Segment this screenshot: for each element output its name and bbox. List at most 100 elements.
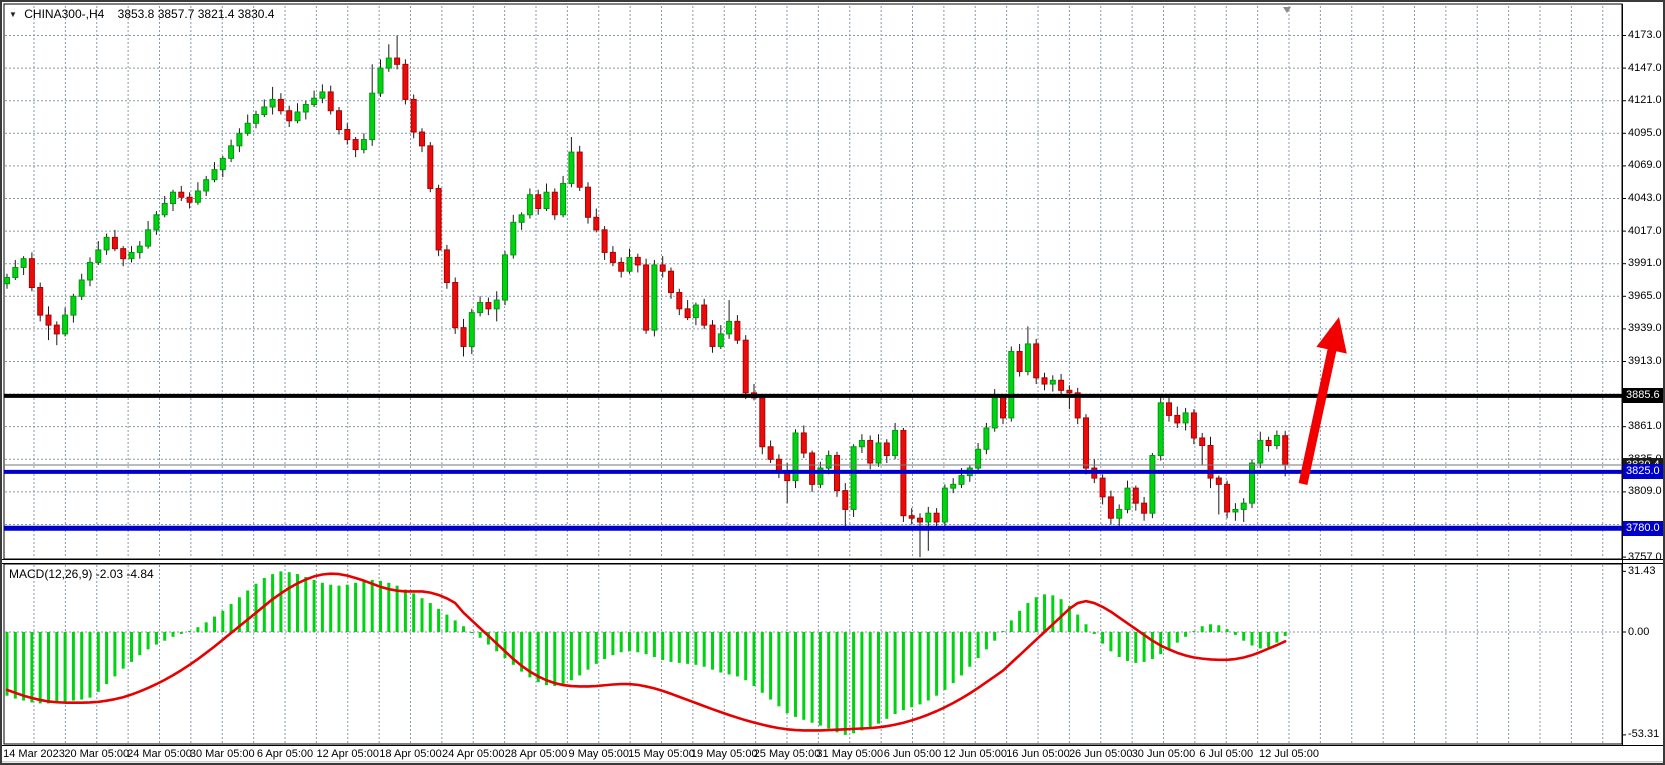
bull-candle[interactable] xyxy=(378,68,383,93)
bear-candle[interactable] xyxy=(1225,484,1230,512)
bull-candle[interactable] xyxy=(851,447,856,510)
bull-candle[interactable] xyxy=(63,315,68,334)
bull-candle[interactable] xyxy=(386,58,391,68)
bear-candle[interactable] xyxy=(884,443,889,456)
bull-candle[interactable] xyxy=(295,112,300,121)
bull-candle[interactable] xyxy=(195,191,200,202)
bear-candle[interactable] xyxy=(768,447,773,460)
bear-candle[interactable] xyxy=(1108,497,1113,518)
bull-candle[interactable] xyxy=(503,255,508,300)
bull-candle[interactable] xyxy=(527,195,532,215)
bear-candle[interactable] xyxy=(577,152,582,187)
bear-candle[interactable] xyxy=(644,265,649,330)
bull-candle[interactable] xyxy=(984,428,989,449)
bull-candle[interactable] xyxy=(1009,351,1014,417)
bull-candle[interactable] xyxy=(494,300,499,309)
bear-candle[interactable] xyxy=(1084,418,1089,468)
bear-candle[interactable] xyxy=(1266,440,1271,445)
bear-candle[interactable] xyxy=(536,195,541,209)
bear-candle[interactable] xyxy=(187,197,192,202)
bull-candle[interactable] xyxy=(5,277,10,283)
bull-candle[interactable] xyxy=(303,104,308,112)
bull-candle[interactable] xyxy=(926,513,931,522)
bull-candle[interactable] xyxy=(718,334,723,347)
bear-candle[interactable] xyxy=(411,99,416,132)
bull-candle[interactable] xyxy=(129,252,134,258)
bear-candle[interactable] xyxy=(420,132,425,146)
bear-candle[interactable] xyxy=(1001,398,1006,418)
bull-candle[interactable] xyxy=(1241,503,1246,509)
bear-candle[interactable] xyxy=(1067,390,1072,393)
bull-candle[interactable] xyxy=(1258,440,1263,463)
bull-candle[interactable] xyxy=(212,170,217,180)
bear-candle[interactable] xyxy=(1034,344,1039,378)
bull-candle[interactable] xyxy=(1150,456,1155,514)
bull-candle[interactable] xyxy=(1125,488,1130,509)
bear-candle[interactable] xyxy=(669,271,674,292)
bear-candle[interactable] xyxy=(38,288,43,316)
bull-candle[interactable] xyxy=(237,133,242,146)
bull-candle[interactable] xyxy=(693,305,698,318)
bull-candle[interactable] xyxy=(627,257,632,271)
horizontal-scrollbar[interactable] xyxy=(2,761,1665,765)
bull-candle[interactable] xyxy=(137,246,142,252)
bear-candle[interactable] xyxy=(328,92,333,111)
bear-candle[interactable] xyxy=(619,262,624,271)
bull-candle[interactable] xyxy=(370,93,375,139)
bear-candle[interactable] xyxy=(586,187,591,217)
bear-candle[interactable] xyxy=(610,252,615,262)
bull-candle[interactable] xyxy=(79,280,84,296)
bear-candle[interactable] xyxy=(918,518,923,522)
bear-candle[interactable] xyxy=(1191,413,1196,438)
bear-candle[interactable] xyxy=(453,282,458,327)
bull-candle[interactable] xyxy=(569,152,574,183)
bull-candle[interactable] xyxy=(13,267,18,277)
bear-candle[interactable] xyxy=(46,315,51,325)
bear-candle[interactable] xyxy=(121,249,126,259)
bull-candle[interactable] xyxy=(1183,413,1188,423)
bear-candle[interactable] xyxy=(436,188,441,249)
bull-candle[interactable] xyxy=(478,303,483,313)
bear-candle[interactable] xyxy=(635,257,640,265)
bear-candle[interactable] xyxy=(710,325,715,346)
bull-candle[interactable] xyxy=(1025,344,1030,372)
bull-candle[interactable] xyxy=(245,123,250,133)
bull-candle[interactable] xyxy=(727,321,732,334)
bull-candle[interactable] xyxy=(229,146,234,159)
bear-candle[interactable] xyxy=(461,328,466,347)
bear-candle[interactable] xyxy=(278,99,283,110)
bull-candle[interactable] xyxy=(320,92,325,98)
bull-candle[interactable] xyxy=(1158,403,1163,456)
bear-candle[interactable] xyxy=(179,192,184,197)
bull-candle[interactable] xyxy=(992,398,997,428)
bear-candle[interactable] xyxy=(403,64,408,99)
bear-candle[interactable] xyxy=(345,130,350,140)
bear-candle[interactable] xyxy=(868,440,873,463)
bull-candle[interactable] xyxy=(893,430,898,455)
bear-candle[interactable] xyxy=(1142,503,1147,513)
bear-candle[interactable] xyxy=(1200,438,1205,446)
bear-candle[interactable] xyxy=(702,305,707,325)
bear-candle[interactable] xyxy=(760,398,765,447)
bear-candle[interactable] xyxy=(428,146,433,189)
bear-candle[interactable] xyxy=(353,140,358,150)
bear-candle[interactable] xyxy=(909,516,914,519)
bear-candle[interactable] xyxy=(1017,351,1022,371)
bull-candle[interactable] xyxy=(220,158,225,169)
bear-candle[interactable] xyxy=(1175,415,1180,423)
bear-candle[interactable] xyxy=(395,58,400,64)
bull-candle[interactable] xyxy=(561,183,566,214)
bear-candle[interactable] xyxy=(735,321,740,340)
bull-candle[interactable] xyxy=(1274,435,1279,445)
bear-candle[interactable] xyxy=(685,309,690,318)
bear-candle[interactable] xyxy=(287,111,292,121)
bear-candle[interactable] xyxy=(337,111,342,130)
bull-candle[interactable] xyxy=(21,259,26,268)
bull-candle[interactable] xyxy=(71,296,76,315)
bull-candle[interactable] xyxy=(88,262,93,280)
bull-candle[interactable] xyxy=(104,237,109,250)
bear-candle[interactable] xyxy=(1059,380,1064,390)
bull-candle[interactable] xyxy=(544,192,549,208)
bear-candle[interactable] xyxy=(810,453,815,484)
bull-candle[interactable] xyxy=(942,488,947,522)
